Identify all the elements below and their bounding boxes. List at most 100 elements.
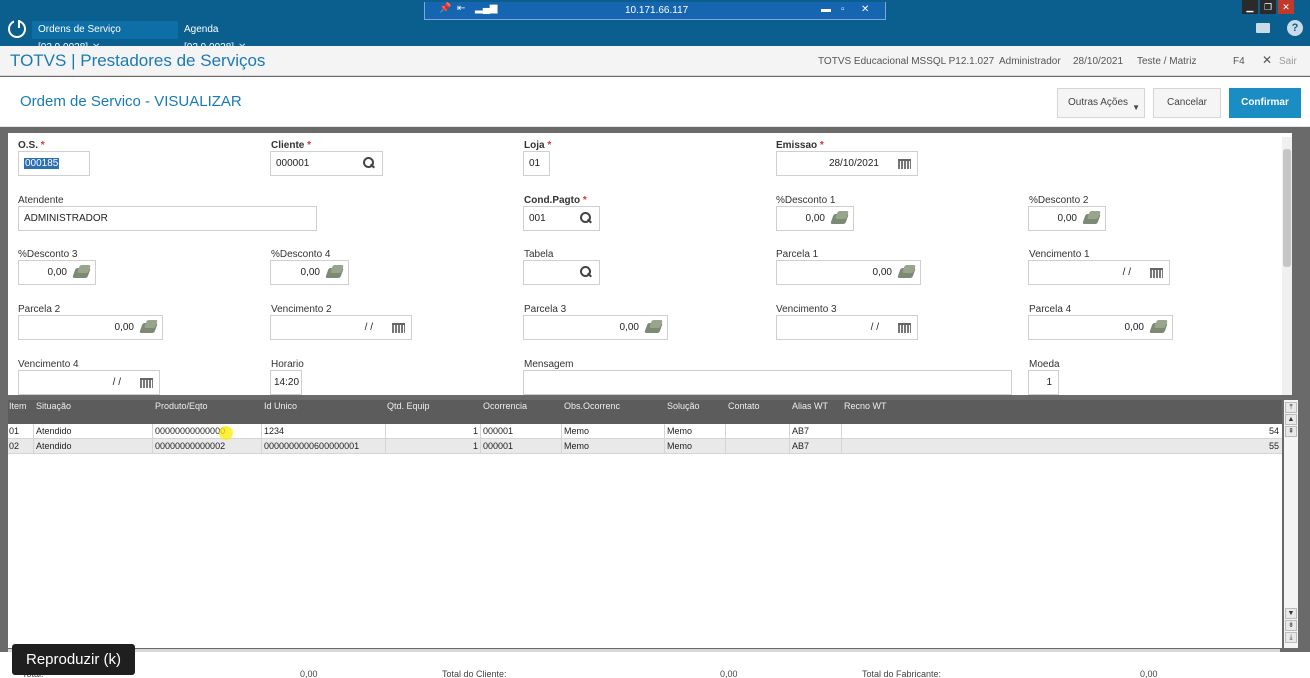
os-label: O.S. * [18,140,45,151]
money-icon[interactable] [830,214,849,224]
column-header[interactable]: Situação [36,401,71,411]
desconto3-label: %Desconto 3 [18,249,78,260]
scroll-top-icon[interactable]: ⤒ [1285,402,1297,413]
window-minimize-icon[interactable]: ▁ [1242,0,1258,14]
vencimento1-field[interactable]: / / [1028,260,1170,285]
cell-qtd: 1 [472,441,478,451]
money-icon[interactable] [139,323,158,333]
cliente-field[interactable]: 000001 [270,151,383,176]
calendar-icon[interactable] [898,323,911,333]
help-icon[interactable]: ? [1287,20,1303,36]
tab-agenda[interactable]: Agenda [02.9.0028]✕ [181,21,279,53]
cell-produto: 00000000000002 [155,441,226,451]
restore-icon[interactable]: ▫ [841,4,845,15]
user-info: Administrador [999,56,1061,67]
cond-pagto-field[interactable]: 001 [523,206,600,231]
scroll-bottom-icon[interactable]: ⤓ [1285,632,1297,643]
column-header[interactable]: Obs.Ocorrenc [564,401,620,411]
calendar-icon[interactable] [1150,268,1163,278]
desconto1-field[interactable]: 0,00 [776,206,854,231]
search-icon[interactable] [363,157,374,168]
parcela4-field[interactable]: 0,00 [1028,315,1173,340]
table-row[interactable]: 01 Atendido 00000000000000 1234 1 000001… [8,424,1282,439]
atendente-label: Atendente [18,195,64,206]
cell-situacao: Atendido [36,441,72,451]
money-icon[interactable] [72,268,91,278]
column-header[interactable]: Alias WT [792,401,828,411]
moeda-label: Moeda [1029,359,1060,370]
column-header[interactable]: Solução [667,401,700,411]
parcela2-field[interactable]: 0,00 [18,315,163,340]
column-header[interactable]: Ocorrencia [483,401,527,411]
window-restore-icon[interactable]: ❐ [1260,0,1276,14]
vencimento3-field[interactable]: / / [776,315,918,340]
column-header[interactable]: Produto/Eqto [155,401,208,411]
cell-produto: 00000000000000 [155,426,226,436]
column-header[interactable]: Recno WT [844,401,887,411]
parcela1-field[interactable]: 0,00 [776,260,921,285]
mensagem-field[interactable] [523,370,1012,395]
service-order-form: O.S. * 000185 Cliente * 000001 Loja * 01… [8,133,1292,395]
scroll-page-up-icon[interactable]: ⇞ [1285,426,1297,437]
search-icon[interactable] [580,212,591,223]
scroll-down-icon[interactable]: ▼ [1285,608,1297,619]
totvs-logo-icon[interactable] [8,20,26,38]
parcela4-label: Parcela 4 [1029,304,1072,315]
loja-field[interactable]: 01 [523,151,550,176]
vencimento3-label: Vencimento 3 [776,304,837,315]
grid-scrollbar[interactable]: ⤒ ▲ ⇞ ▼ ⇟ ⤓ [1284,400,1298,648]
atendente-field[interactable]: ADMINISTRADOR [18,206,317,231]
top-bar: 📌 ⇤ ▂▄▆ 10.171.66.117 ▬ ▫ ✕ ▁ ❐ ✕ Ordens… [0,0,1310,53]
calendar-icon[interactable] [140,378,153,388]
money-icon[interactable] [897,268,916,278]
connection-icon[interactable]: ⇤ [457,3,465,14]
moeda-field[interactable]: 1 [1028,370,1059,395]
window-close-icon[interactable]: ✕ [1278,0,1294,14]
tabela-field[interactable] [523,260,600,285]
close-icon[interactable]: ✕ [861,4,869,15]
column-header[interactable]: Item [9,401,27,411]
parcela3-field[interactable]: 0,00 [523,315,668,340]
money-icon[interactable] [644,323,663,333]
os-field[interactable]: 000185 [18,151,90,176]
calendar-icon[interactable] [898,159,911,169]
emissao-field[interactable]: 28/10/2021 [776,151,918,176]
parcela3-label: Parcela 3 [524,304,567,315]
exit-icon[interactable]: ✕ [1262,53,1272,67]
table-row[interactable]: 02 Atendido 00000000000002 0000000000600… [8,439,1282,454]
confirm-button[interactable]: Confirmar [1229,88,1301,118]
tab-ordens-servico[interactable]: Ordens de Serviço [02.9.0028]✕ [32,21,178,53]
play-overlay-button[interactable]: Reproduzir (k) [12,644,135,675]
total-cliente-label: Total do Cliente: [442,669,507,678]
other-actions-button[interactable]: Outras Ações ▼ [1057,88,1145,118]
money-icon[interactable] [325,268,344,278]
total-cliente-value: 0,00 [720,669,738,678]
money-icon[interactable] [1149,323,1168,333]
cancel-button[interactable]: Cancelar [1153,88,1221,118]
scroll-page-down-icon[interactable]: ⇟ [1285,620,1297,631]
environment-info: TOTVS Educacional MSSQL P12.1.027 [818,56,995,67]
form-scrollbar[interactable] [1282,137,1292,395]
branch-info[interactable]: Teste / Matriz [1137,56,1196,67]
desconto4-field[interactable]: 0,00 [270,260,349,285]
desconto3-field[interactable]: 0,00 [18,260,96,285]
cliente-label: Cliente * [271,140,312,151]
column-header[interactable]: Contato [728,401,760,411]
horario-field[interactable]: 14:20 [270,370,302,395]
money-icon[interactable] [1082,214,1101,224]
shortcut-f4[interactable]: F4 [1233,56,1245,67]
pin-icon[interactable]: 📌 [439,3,451,14]
search-icon[interactable] [580,266,591,277]
page-title: Ordem de Servico - VISUALIZAR [20,93,242,110]
minimize-icon[interactable]: ▬ [821,4,831,15]
vencimento2-field[interactable]: / / [270,315,412,340]
desconto2-field[interactable]: 0,00 [1028,206,1106,231]
column-header[interactable]: Qtd. Equip [387,401,430,411]
calendar-icon[interactable] [392,323,405,333]
exit-link[interactable]: Sair [1279,56,1297,67]
scrollbar-thumb[interactable] [1283,149,1291,267]
column-header[interactable]: Id Unico [264,401,297,411]
mail-icon[interactable] [1256,23,1270,33]
scroll-up-icon[interactable]: ▲ [1285,414,1297,425]
vencimento4-field[interactable]: / / [18,370,160,395]
